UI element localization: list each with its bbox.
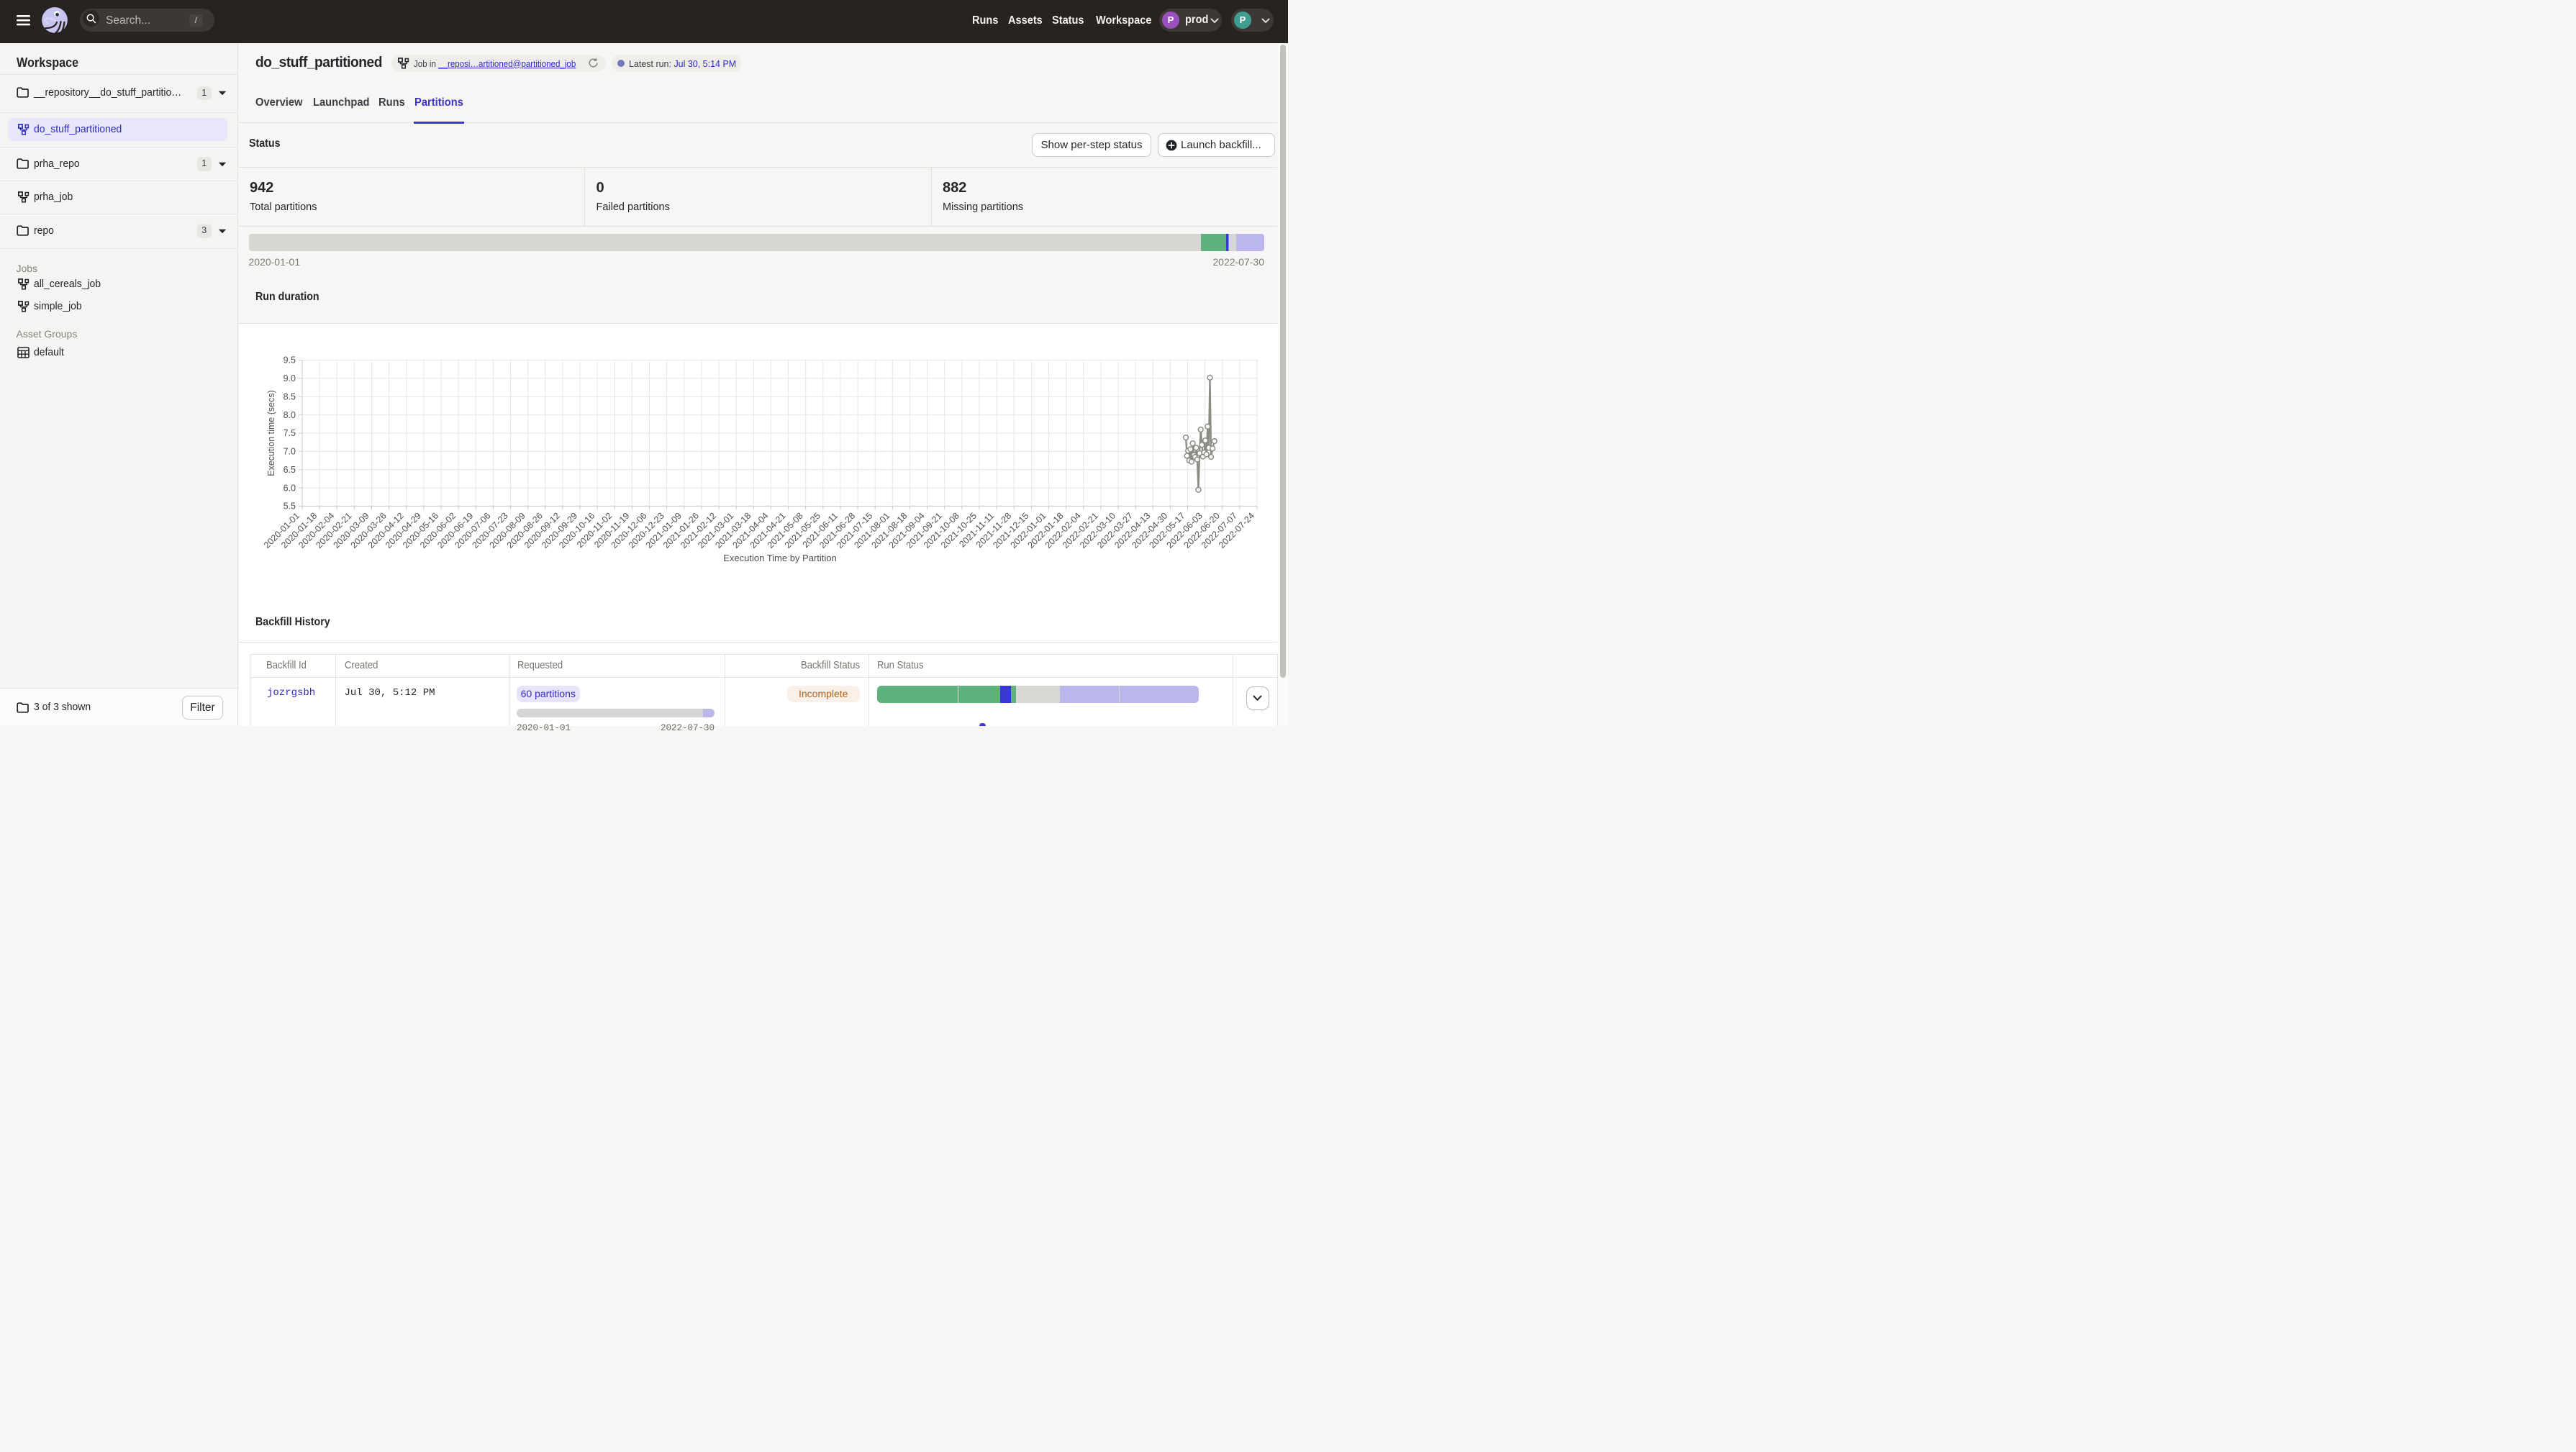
- svg-text:9.0: 9.0: [284, 373, 296, 384]
- svg-text:6.0: 6.0: [284, 483, 296, 493]
- svg-text:7.0: 7.0: [284, 447, 296, 457]
- svg-text:Execution time (secs): Execution time (secs): [266, 390, 276, 476]
- svg-text:9.5: 9.5: [284, 355, 296, 366]
- svg-text:7.5: 7.5: [284, 428, 296, 438]
- svg-text:8.0: 8.0: [284, 410, 296, 420]
- svg-text:Execution Time by Partition: Execution Time by Partition: [723, 553, 837, 563]
- svg-text:5.5: 5.5: [284, 502, 296, 512]
- svg-text:6.5: 6.5: [284, 465, 296, 475]
- svg-text:8.5: 8.5: [284, 391, 296, 401]
